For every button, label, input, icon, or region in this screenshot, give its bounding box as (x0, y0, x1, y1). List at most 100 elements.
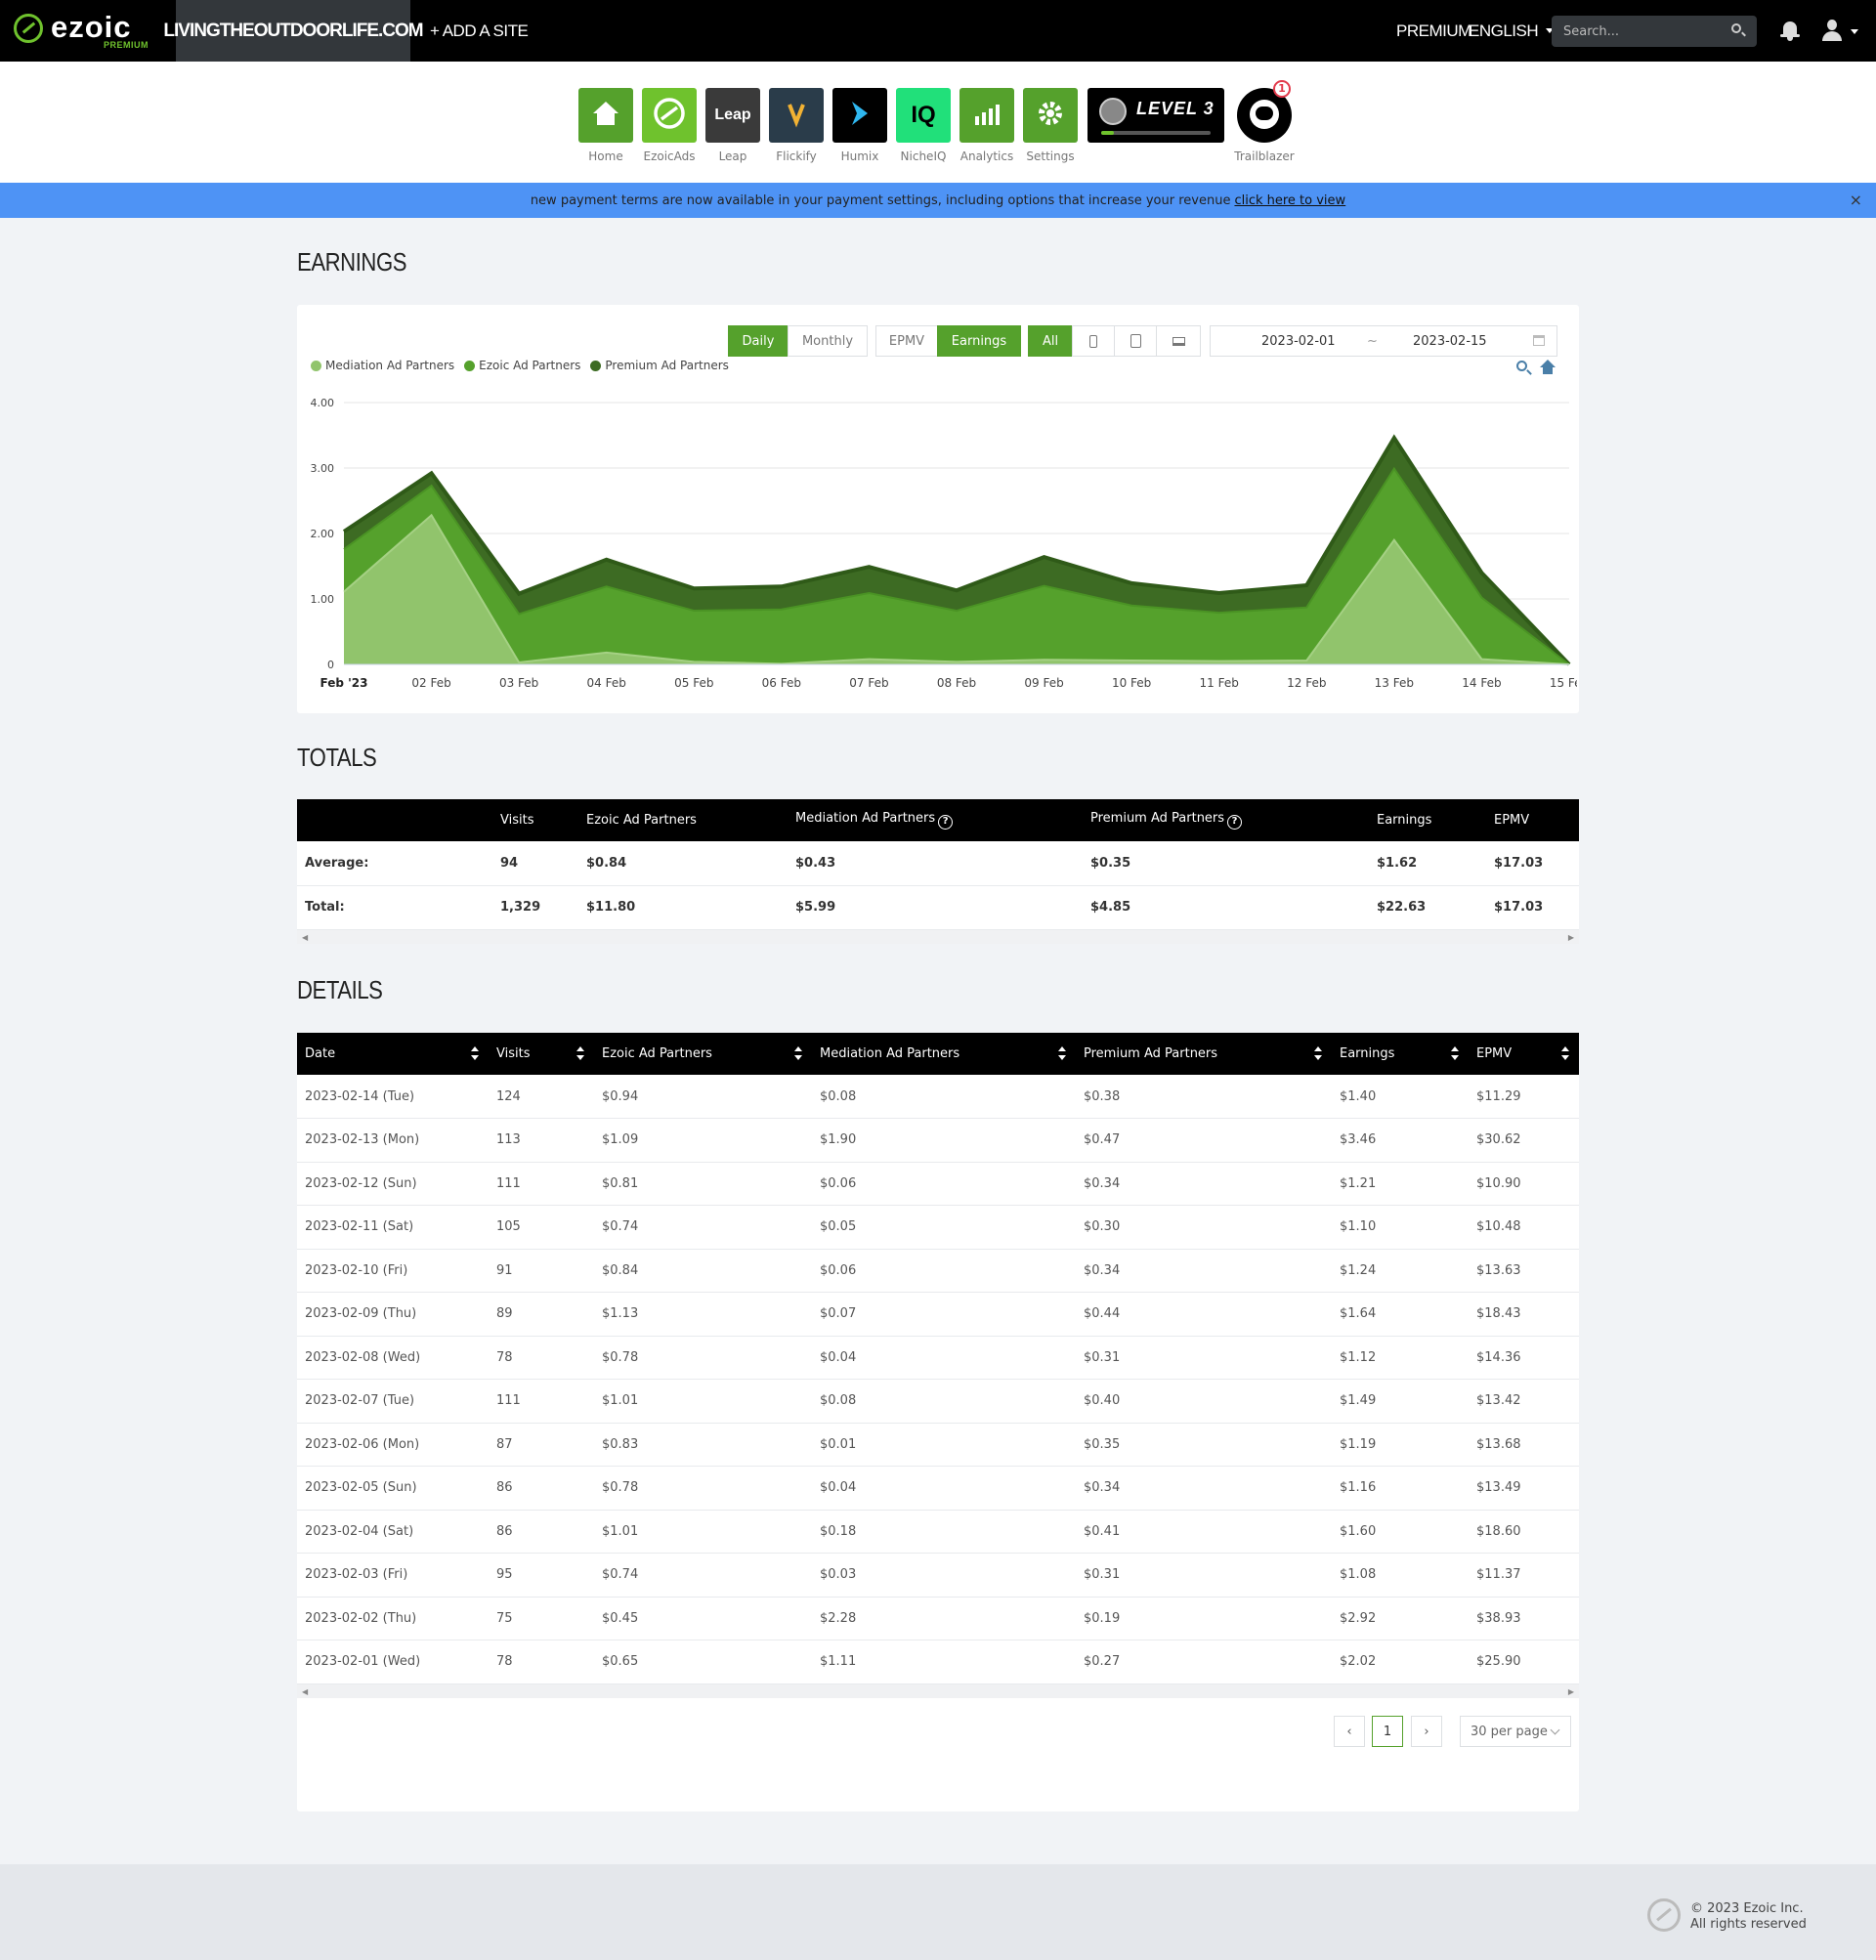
column-header[interactable]: Earnings (1332, 1033, 1469, 1075)
table-cell: $11.37 (1469, 1553, 1579, 1598)
help-question-icon[interactable]: ? (938, 815, 954, 830)
table-cell: 2023-02-03 (Fri) (297, 1553, 489, 1598)
column-header[interactable]: Premium Ad Partners (1076, 1033, 1332, 1075)
current-page-button[interactable]: 1 (1372, 1716, 1403, 1747)
table-row: 2023-02-05 (Sun) 86 $0.78 $0.04 $0.34 $1.16 $1… (297, 1466, 1579, 1511)
next-page-button[interactable]: › (1411, 1716, 1442, 1747)
column-header: EPMV (1486, 799, 1579, 841)
avatar (1099, 98, 1127, 125)
column-header-label: Ezoic Ad Partners (602, 1046, 712, 1061)
sort-icon[interactable] (1314, 1046, 1322, 1062)
table-cell: 2023-02-12 (Sun) (297, 1162, 489, 1206)
sort-icon[interactable] (794, 1046, 802, 1062)
table-cell: $0.01 (812, 1423, 1076, 1467)
device-all-button[interactable]: All (1028, 325, 1073, 357)
daily-button[interactable]: Daily (728, 325, 789, 357)
sort-icon[interactable] (576, 1046, 584, 1062)
device-mobile-button[interactable] (1072, 325, 1115, 357)
close-icon[interactable]: × (1850, 191, 1862, 209)
table-cell: 86 (489, 1466, 594, 1511)
table-row: 2023-02-09 (Thu) 89 $1.13 $0.07 $0.44 $1.64 $1… (297, 1292, 1579, 1337)
table-cell: $11.80 (578, 885, 788, 930)
table-cell: $0.65 (594, 1640, 812, 1684)
home-icon (578, 88, 633, 143)
copyright-line1: © 2023 Ezoic Inc. (1690, 1901, 1804, 1916)
language-label: ENGLISH (1469, 21, 1539, 40)
table-cell: $0.94 (594, 1075, 812, 1119)
mobile-icon (1089, 334, 1097, 348)
table-cell: $18.43 (1469, 1292, 1579, 1337)
details-card: Date Visits Ezoic Ad Partners Mediation Ad … (297, 1033, 1579, 1811)
table-cell: 75 (489, 1597, 594, 1640)
column-header[interactable]: Mediation Ad Partners (812, 1033, 1076, 1075)
user-icon[interactable] (1821, 20, 1843, 41)
app-settings[interactable]: Settings (1023, 88, 1078, 163)
totals-horizontal-scrollbar[interactable]: ◀ ▶ (297, 929, 1579, 944)
table-cell: $38.93 (1469, 1597, 1579, 1640)
details-horizontal-scrollbar[interactable]: ◀ ▶ (297, 1683, 1579, 1698)
user-caret-down-icon[interactable] (1851, 29, 1858, 34)
legend-item[interactable]: Premium Ad Partners (590, 359, 729, 372)
level-badge[interactable]: LEVEL 3 (1087, 88, 1224, 143)
table-cell: $10.48 (1469, 1205, 1579, 1250)
table-cell: 2023-02-11 (Sat) (297, 1205, 489, 1250)
epmv-button[interactable]: EPMV (875, 325, 938, 357)
site-selector[interactable]: LIVINGTHEOUTDOORLIFE.COM (163, 0, 424, 62)
premium-link[interactable]: PREMIUM (1396, 0, 1471, 62)
table-cell: $13.49 (1469, 1466, 1579, 1511)
legend-item[interactable]: Ezoic Ad Partners (464, 359, 580, 372)
sort-icon[interactable] (471, 1046, 479, 1062)
table-cell: 2023-02-14 (Tue) (297, 1075, 489, 1119)
details-title: DETAILS (297, 975, 383, 1004)
monthly-button[interactable]: Monthly (788, 325, 868, 357)
column-header[interactable]: Date (297, 1033, 489, 1075)
x-tick-label: 02 Feb (411, 676, 450, 690)
trailblazer-label: Trailblazer (1234, 149, 1295, 163)
help-question-icon[interactable]: ? (1227, 815, 1243, 830)
table-cell: $18.60 (1469, 1510, 1579, 1554)
date-range-picker[interactable]: 2023-02-01 ~ 2023-02-15 (1210, 325, 1557, 357)
table-cell: 94 (492, 841, 578, 886)
copyright: © 2023 Ezoic Inc. All rights reserved (1690, 1901, 1807, 1933)
notification-bell-icon[interactable] (1780, 20, 1800, 41)
sort-icon[interactable] (1058, 1046, 1066, 1062)
column-header-label: Mediation Ad Partners (795, 811, 936, 826)
legend-label: Mediation Ad Partners (325, 359, 455, 372)
leap-icon: Leap (705, 88, 760, 143)
table-cell: 2023-02-06 (Mon) (297, 1423, 489, 1467)
trailblazer-app[interactable]: 1 Trailblazer (1234, 80, 1295, 163)
table-row: 2023-02-12 (Sun) 111 $0.81 $0.06 $0.34 $1.21 $… (297, 1162, 1579, 1206)
search-input[interactable] (1552, 16, 1757, 47)
table-row: 2023-02-11 (Sat) 105 $0.74 $0.05 $0.30 $1.10 $… (297, 1205, 1579, 1250)
column-header[interactable]: Ezoic Ad Partners (594, 1033, 812, 1075)
column-header[interactable]: EPMV (1469, 1033, 1579, 1075)
sort-icon[interactable] (1451, 1046, 1459, 1062)
column-header[interactable]: Visits (489, 1033, 594, 1075)
table-cell: $0.04 (812, 1336, 1076, 1380)
add-site-link[interactable]: + ADD A SITE (430, 0, 529, 62)
zoom-icon[interactable] (1516, 361, 1527, 371)
details-table: Date Visits Ezoic Ad Partners Mediation Ad … (297, 1033, 1579, 1684)
legend-item[interactable]: Mediation Ad Partners (311, 359, 454, 372)
per-page-select[interactable]: 30 per page (1460, 1716, 1571, 1747)
table-cell: $0.84 (578, 841, 788, 886)
reset-zoom-home-icon[interactable] (1540, 360, 1556, 375)
ezoic-logo[interactable]: ezoic PREMIUM (14, 10, 160, 53)
device-desktop-button[interactable] (1156, 325, 1201, 357)
table-cell: $1.21 (1332, 1162, 1469, 1206)
banner-link[interactable]: click here to view (1234, 193, 1345, 208)
table-cell: $25.90 (1469, 1640, 1579, 1684)
table-cell: 2023-02-01 (Wed) (297, 1640, 489, 1684)
device-tablet-button[interactable] (1114, 325, 1157, 357)
table-cell: $1.62 (1369, 841, 1486, 886)
y-tick-label: 4.00 (311, 397, 335, 409)
language-dropdown[interactable]: ENGLISH (1469, 0, 1555, 62)
scroll-left-icon: ◀ (302, 932, 309, 942)
search-icon[interactable] (1731, 23, 1741, 33)
table-row: 2023-02-07 (Tue) 111 $1.01 $0.08 $0.40 $1.49 $… (297, 1379, 1579, 1424)
sort-icon[interactable] (1561, 1046, 1569, 1062)
earnings-button[interactable]: Earnings (937, 325, 1021, 357)
table-cell: $1.01 (594, 1510, 812, 1554)
table-cell: $0.74 (594, 1553, 812, 1598)
prev-page-button[interactable]: ‹ (1334, 1716, 1365, 1747)
